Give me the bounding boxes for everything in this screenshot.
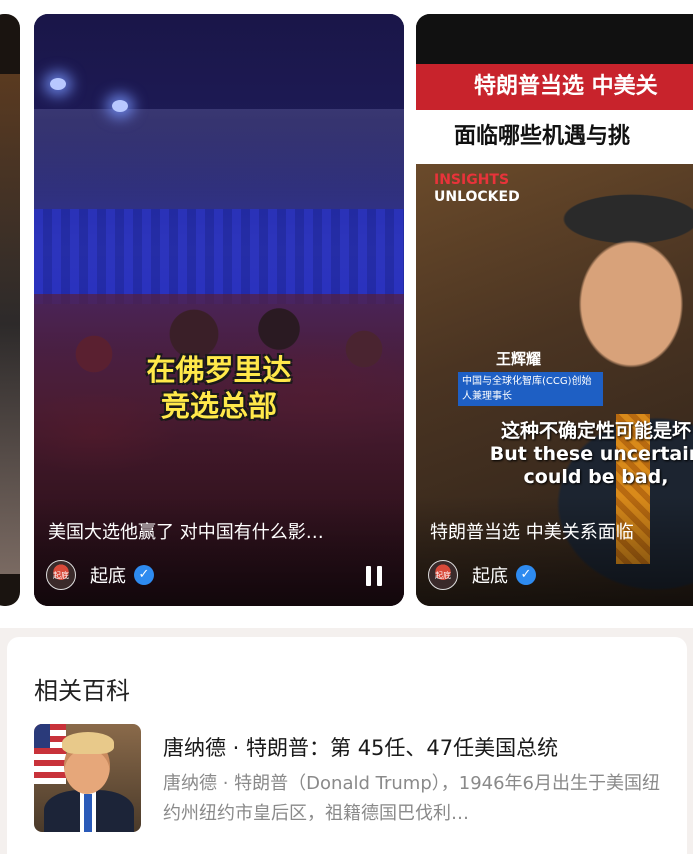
video-headline-red: 特朗普当选 中美关 [416,64,693,110]
flag-graphic [34,724,66,784]
related-encyclopedia-section: 相关百科 唐纳德 · 特朗普：第 45任、47任美国总统 唐纳德 · 特朗普（D… [7,637,687,854]
caption-line: 在佛罗里达 [146,353,292,387]
brand-line: UNLOCKED [434,189,520,205]
video-frame-top [416,14,693,64]
video-headline-white: 面临哪些机遇与挑 [416,110,693,164]
stage-light [112,100,128,112]
author-name[interactable]: 起底 [472,562,508,588]
brand-logo: INSIGHTS UNLOCKED [434,172,520,206]
video-card[interactable]: 特朗普当选 中美关 面临哪些机遇与挑 INSIGHTS UNLOCKED 王辉耀… [416,14,693,606]
speaker-name: 王辉耀 [496,350,542,368]
video-frame-ceiling [34,109,404,209]
video-carousel[interactable]: 在佛罗里达 竞选总部 美国大选他赢了 对中国有什么影… 起底 起底 ✓ 特朗普当… [0,0,693,628]
subtitle-en: But these uncertain [489,443,693,465]
entry-title[interactable]: 唐纳德 · 特朗普：第 45任、47任美国总统 [163,732,558,762]
video-thumbnail [0,74,20,574]
subtitle-zh: 这种不确定性可能是坏 [500,420,691,442]
video-card-previous[interactable] [0,14,20,606]
portrait-tie [84,794,92,832]
entry-thumbnail[interactable] [34,724,141,832]
speaker-title: 中国与全球化智库(CCG)创始人兼理事长 [458,372,603,406]
verified-icon: ✓ [516,565,536,585]
section-heading: 相关百科 [34,677,130,705]
video-description[interactable]: 美国大选他赢了 对中国有什么影… [48,518,390,544]
author-row[interactable]: 起底 起底 ✓ [46,560,154,590]
video-description[interactable]: 特朗普当选 中美关系面临 [430,518,692,544]
portrait-hair [62,732,114,754]
author-name[interactable]: 起底 [90,562,126,588]
stage-light [50,78,66,90]
entry-summary[interactable]: 唐纳德 · 特朗普（Donald Trump），1946年6月出生于美国纽约州纽… [163,769,663,829]
video-subtitles: 这种不确定性可能是坏 But these uncertain could be … [466,420,693,489]
brand-line: INSIGHTS [434,172,510,188]
caption-line: 竞选总部 [160,389,277,423]
video-frame-curtain [34,209,404,304]
author-row[interactable]: 起底 起底 ✓ [428,560,536,590]
author-avatar[interactable]: 起底 [46,560,76,590]
verified-icon: ✓ [134,565,154,585]
author-avatar[interactable]: 起底 [428,560,458,590]
video-card[interactable]: 在佛罗里达 竞选总部 美国大选他赢了 对中国有什么影… 起底 起底 ✓ [34,14,404,606]
video-overlay-caption: 在佛罗里达 竞选总部 [34,352,404,424]
pause-icon[interactable] [366,566,382,586]
subtitle-en: could be bad, [523,466,669,488]
